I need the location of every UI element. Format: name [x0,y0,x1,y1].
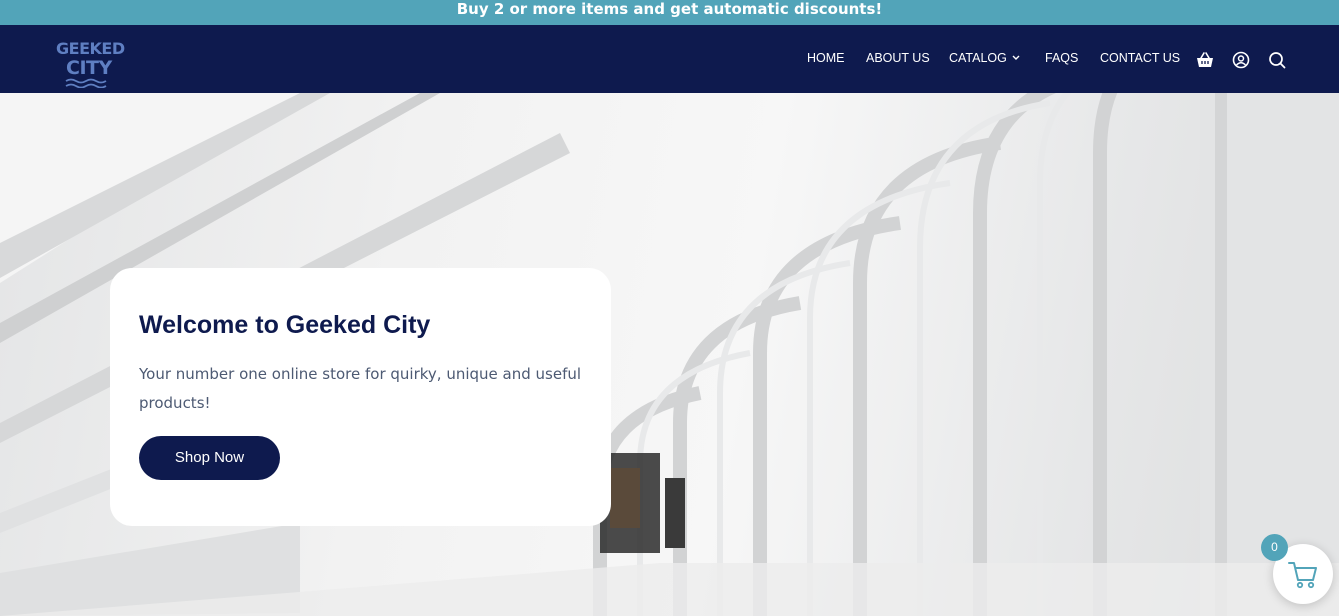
chevron-down-icon [1012,55,1020,60]
nav-item-catalog[interactable]: CATALOG [949,51,1020,65]
nav-item-home[interactable]: HOME [807,51,845,65]
hero-description: Your number one online store for quirky,… [139,365,582,412]
nav-item-about-us[interactable]: ABOUT US [866,51,930,65]
account-icon[interactable] [1231,50,1251,70]
cart-count-badge: 0 [1261,534,1288,561]
nav-item-contact-us[interactable]: CONTACT US [1100,51,1180,65]
main-nav: HOME ABOUT US CATALOG FAQS CONTACT US [0,25,1339,93]
hero-title: Welcome to Geeked City [139,311,431,339]
announcement-bar: Buy 2 or more items and get automatic di… [0,0,1339,25]
welcome-card: Welcome to Geeked City Your number one o… [110,268,611,526]
search-icon[interactable] [1267,50,1287,70]
nav-item-faqs[interactable]: FAQS [1045,51,1078,65]
hero-section: Welcome to Geeked City Your number one o… [0,93,1339,616]
shop-now-button[interactable]: Shop Now [139,436,280,480]
basket-icon[interactable] [1195,50,1215,70]
nav-item-catalog-label: CATALOG [949,51,1007,65]
site-header: GEEKED CITY HOME ABOUT US CATALOG FAQS C… [0,25,1339,93]
cart-icon [1288,562,1317,589]
announcement-text: Buy 2 or more items and get automatic di… [456,0,883,18]
